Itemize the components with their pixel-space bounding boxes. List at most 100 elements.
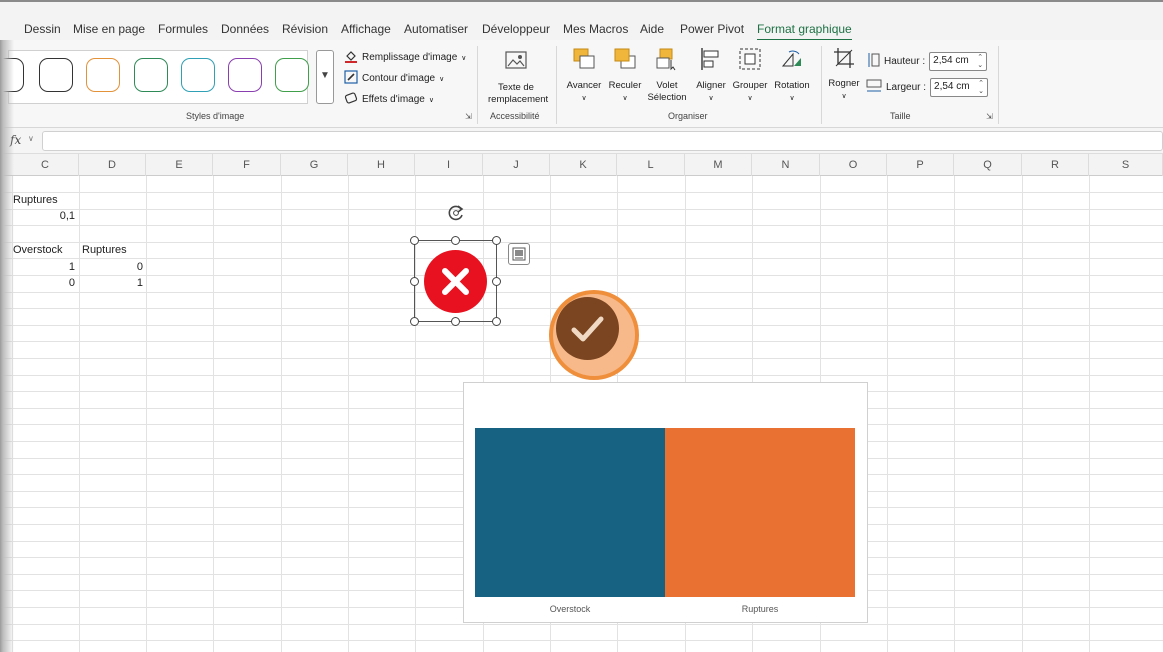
cell-c-overstock[interactable]: Overstock (13, 244, 63, 256)
bar-overstock[interactable] (475, 428, 665, 597)
fill-button[interactable]: Remplissage d'image ∨ (344, 49, 466, 66)
formula-bar: fx ∨ (0, 128, 1163, 154)
tab-aide[interactable]: Aide (640, 22, 664, 36)
cell-d-row1[interactable]: 0 (80, 261, 143, 273)
cell-d-row2[interactable]: 1 (80, 277, 143, 289)
layout-options-icon[interactable] (508, 243, 530, 265)
arrange-group-label: Organiser (668, 111, 708, 121)
bar-ruptures[interactable] (665, 428, 855, 597)
tab-automatiser[interactable]: Automatiser (404, 22, 468, 36)
column-header-j[interactable]: J (483, 154, 550, 176)
picture-style-7[interactable] (275, 58, 309, 92)
tab-revision[interactable]: Révision (282, 22, 328, 36)
group-label: Grouper (732, 80, 768, 91)
pencil-outline-icon (344, 70, 358, 87)
column-header-i[interactable]: I (415, 154, 483, 176)
category-label-overstock: Overstock (549, 604, 591, 614)
width-label: Largeur : (886, 82, 927, 93)
tab-donnees[interactable]: Données (221, 22, 269, 36)
tab-mes-macros[interactable]: Mes Macros (563, 22, 628, 36)
chevron-down-icon[interactable]: ∨ (28, 134, 34, 143)
tab-developpeur[interactable]: Développeur (482, 22, 550, 36)
column-header-d[interactable]: D (79, 154, 146, 176)
picture-style-5[interactable] (181, 58, 215, 92)
ribbon: ▼ Styles d'image ⇲ Remplissage d'image ∨… (0, 40, 1163, 128)
resize-handle[interactable] (492, 236, 501, 245)
resize-handle[interactable] (410, 317, 419, 326)
column-header-n[interactable]: N (752, 154, 820, 176)
column-header-r[interactable]: R (1022, 154, 1089, 176)
tab-dessin[interactable]: Dessin (24, 22, 61, 36)
selection-frame[interactable] (414, 240, 497, 322)
effects-button[interactable]: Effets d'image ∨ (344, 91, 434, 108)
chevron-down-icon: ∨ (789, 95, 795, 102)
grid-column-line (954, 176, 955, 652)
cell-c-row2[interactable]: 0 (13, 277, 75, 289)
picture-style-3[interactable] (86, 58, 120, 92)
column-header-l[interactable]: L (617, 154, 685, 176)
send-backward-button[interactable]: Reculer ∨ (603, 46, 647, 105)
picture-style-6[interactable] (228, 58, 262, 92)
tab-format-graphique[interactable]: Format graphique (757, 22, 852, 41)
width-input[interactable]: 2,54 cm ⌃ ⌄ (930, 78, 989, 97)
chart-area[interactable]: Overstock Ruptures (463, 382, 868, 623)
cell-d-ruptures[interactable]: Ruptures (82, 244, 127, 256)
tab-affichage[interactable]: Affichage (341, 22, 391, 36)
height-label: Hauteur : (884, 56, 926, 67)
column-header-k[interactable]: K (550, 154, 617, 176)
window-left-edge (0, 40, 14, 652)
size-group-label: Taille (890, 111, 911, 121)
height-input[interactable]: 2,54 cm ⌃ ⌄ (929, 52, 988, 71)
column-header-e[interactable]: E (146, 154, 213, 176)
outline-button[interactable]: Contour d'image ∨ (344, 70, 444, 87)
resize-handle[interactable] (451, 317, 460, 326)
send-backward-label: Reculer (608, 80, 642, 91)
cell-c-ruptures[interactable]: Ruptures (13, 194, 58, 206)
size-dialog-launcher-icon[interactable]: ⇲ (986, 112, 993, 121)
chevron-down-icon: ∨ (841, 93, 847, 100)
alt-text-line1: Texte de (498, 82, 534, 93)
column-header-m[interactable]: M (685, 154, 752, 176)
check-mark-picture[interactable] (556, 297, 619, 360)
column-header-g[interactable]: G (281, 154, 348, 176)
resize-handle[interactable] (492, 317, 501, 326)
rotate-button[interactable]: Rotation ∨ (768, 46, 816, 105)
width-icon (866, 79, 882, 96)
column-header-p[interactable]: P (887, 154, 954, 176)
column-header-c[interactable]: C (12, 154, 79, 176)
resize-handle[interactable] (492, 277, 501, 286)
grid-column-line (348, 176, 349, 652)
send-backward-icon (603, 46, 647, 76)
grid-column-line (887, 176, 888, 652)
resize-handle[interactable] (410, 277, 419, 286)
column-header-q[interactable]: Q (954, 154, 1022, 176)
alt-text-icon (488, 48, 544, 78)
width-value: 2,54 cm (934, 81, 970, 92)
column-header-h[interactable]: H (348, 154, 415, 176)
alt-text-button[interactable]: Texte de remplacement (488, 48, 548, 106)
cell-c-row1[interactable]: 1 (13, 261, 75, 273)
group-button[interactable]: Grouper ∨ (728, 46, 772, 105)
tab-formules[interactable]: Formules (158, 22, 208, 36)
formula-input[interactable] (42, 131, 1163, 151)
spin-icon[interactable]: ⌃ ⌄ (977, 54, 983, 70)
styles-dialog-launcher-icon[interactable]: ⇲ (465, 112, 472, 121)
tab-power-pivot[interactable]: Power Pivot (680, 22, 744, 36)
group-separator (998, 46, 999, 124)
resize-handle[interactable] (410, 236, 419, 245)
column-header-s[interactable]: S (1089, 154, 1163, 176)
grid-row-line (0, 640, 1163, 641)
spin-icon[interactable]: ⌃ ⌄ (978, 80, 984, 96)
resize-handle[interactable] (451, 236, 460, 245)
cell-c-value[interactable]: 0,1 (13, 210, 75, 222)
rotate-handle-icon[interactable] (446, 203, 466, 223)
crop-button[interactable]: Rogner ∨ (826, 46, 862, 103)
tab-mise-en-page[interactable]: Mise en page (73, 22, 145, 36)
selection-pane-button[interactable]: Volet Sélection (642, 46, 692, 104)
chevron-down-icon: ∨ (461, 54, 467, 62)
column-header-o[interactable]: O (820, 154, 887, 176)
column-header-f[interactable]: F (213, 154, 281, 176)
picture-style-4[interactable] (134, 58, 168, 92)
gallery-more-button[interactable]: ▼ (316, 50, 334, 104)
picture-style-2[interactable] (39, 58, 73, 92)
